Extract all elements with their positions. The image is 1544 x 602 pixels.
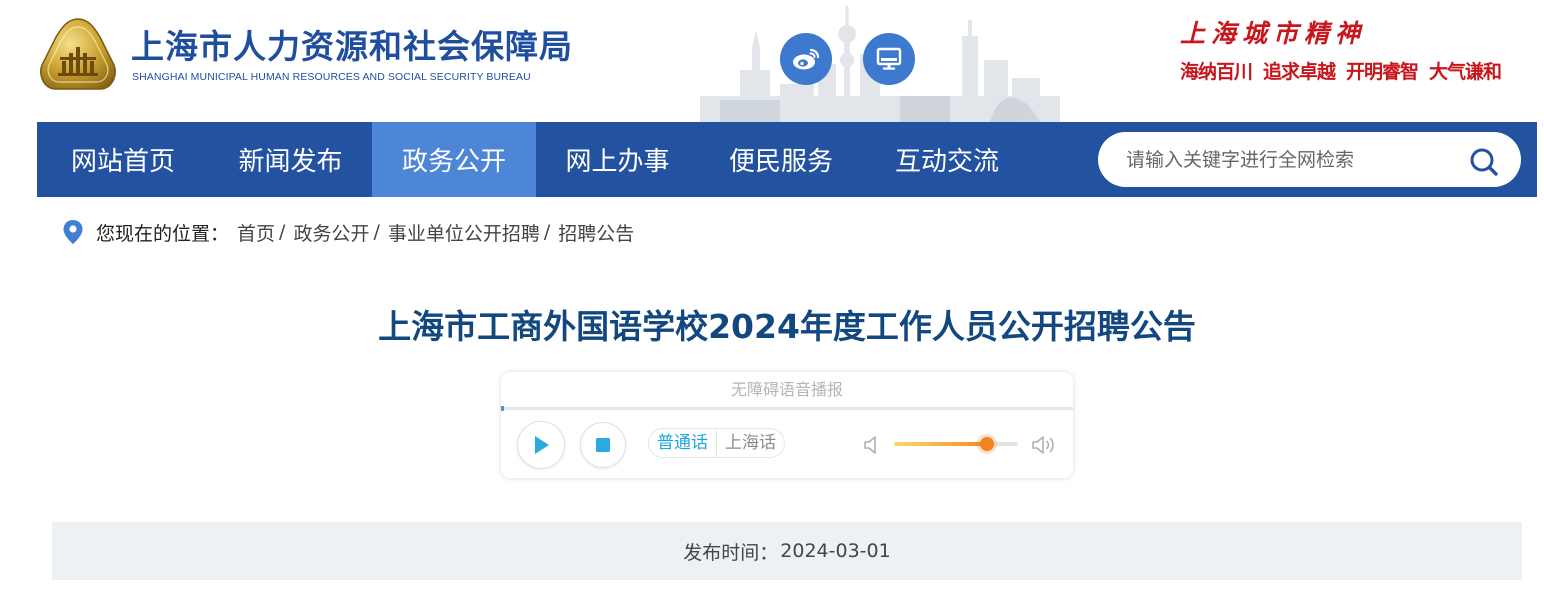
site-title-english: SHANGHAI MUNICIPAL HUMAN RESOURCES AND S… (132, 71, 531, 83)
breadcrumb-item-announcement[interactable]: 招聘公告 (558, 219, 634, 246)
desktop-version-button[interactable] (863, 33, 915, 85)
nav-item-news[interactable]: 新闻发布 (209, 122, 372, 197)
breadcrumb-item-government-affairs[interactable]: 政务公开 (293, 219, 369, 246)
breadcrumb-item-home[interactable]: 首页 (237, 219, 275, 246)
breadcrumb-separator: / (373, 221, 380, 243)
volume-slider[interactable] (894, 437, 1018, 451)
publish-info-bar: 发布时间： 2024-03-01 (52, 522, 1522, 580)
city-spirit-words: 海纳百川 追求卓越 开明睿智 大气谦和 (1180, 57, 1502, 84)
spirit-word: 大气谦和 (1429, 61, 1502, 83)
breadcrumb: 您现在的位置： 首页 / 政务公开 / 事业单位公开招聘 / 招聘公告 (62, 217, 634, 247)
city-spirit-title: 上海城市精神 (1180, 19, 1367, 48)
monitor-icon (876, 47, 902, 70)
bureau-emblem-icon[interactable] (38, 17, 118, 93)
location-pin-icon (63, 220, 83, 244)
weibo-icon (793, 48, 820, 70)
site-title[interactable]: 上海市人力资源和社会保障局 (131, 20, 573, 68)
breadcrumb-item-recruitment[interactable]: 事业单位公开招聘 (388, 219, 540, 246)
playback-progress-marker (501, 406, 504, 411)
spirit-word: 追求卓越 (1263, 61, 1336, 83)
stop-icon (596, 438, 610, 452)
playback-progress-bar[interactable] (501, 406, 1073, 411)
dialect-shanghainese-option[interactable]: 上海话 (716, 429, 784, 457)
article-title: 上海市工商外国语学校2024年度工作人员公开招聘公告 (378, 307, 1196, 346)
main-nav: 网站首页 新闻发布 政务公开 网上办事 便民服务 互动交流 (37, 122, 1537, 197)
breadcrumb-label: 您现在的位置： (96, 222, 230, 245)
spirit-word: 开明睿智 (1346, 61, 1419, 83)
nav-item-home[interactable]: 网站首页 (37, 122, 209, 197)
volume-knob[interactable] (980, 437, 994, 451)
play-icon (535, 436, 549, 454)
stop-button[interactable] (580, 422, 626, 468)
play-button[interactable] (517, 421, 565, 469)
volume-fill (894, 442, 987, 446)
search-icon[interactable] (1469, 147, 1499, 177)
volume-high-icon[interactable] (1031, 433, 1057, 457)
dialect-selector: 普通话 上海话 (648, 428, 785, 458)
site-header: 上海市人力资源和社会保障局 SHANGHAI MUNICIPAL HUMAN R… (0, 0, 1544, 122)
player-caption: 无障碍语音播报 (730, 380, 843, 399)
nav-item-interaction[interactable]: 互动交流 (863, 122, 1031, 197)
nav-item-public-services[interactable]: 便民服务 (699, 122, 863, 197)
nav-item-online-services[interactable]: 网上办事 (536, 122, 699, 197)
spirit-word: 海纳百川 (1180, 61, 1253, 83)
nav-item-government-affairs[interactable]: 政务公开 (372, 122, 536, 197)
audio-player: 无障碍语音播报 普通话 上海话 (501, 372, 1073, 478)
dialect-mandarin-option[interactable]: 普通话 (649, 429, 716, 457)
publish-time-label: 发布时间： (683, 541, 779, 564)
search-input[interactable] (1126, 132, 1456, 187)
publish-time-value: 2024-03-01 (780, 540, 891, 562)
weibo-button[interactable] (780, 33, 832, 85)
volume-low-icon[interactable] (863, 434, 879, 456)
search-box (1098, 132, 1521, 187)
breadcrumb-separator: / (279, 221, 286, 243)
breadcrumb-separator: / (543, 221, 551, 243)
